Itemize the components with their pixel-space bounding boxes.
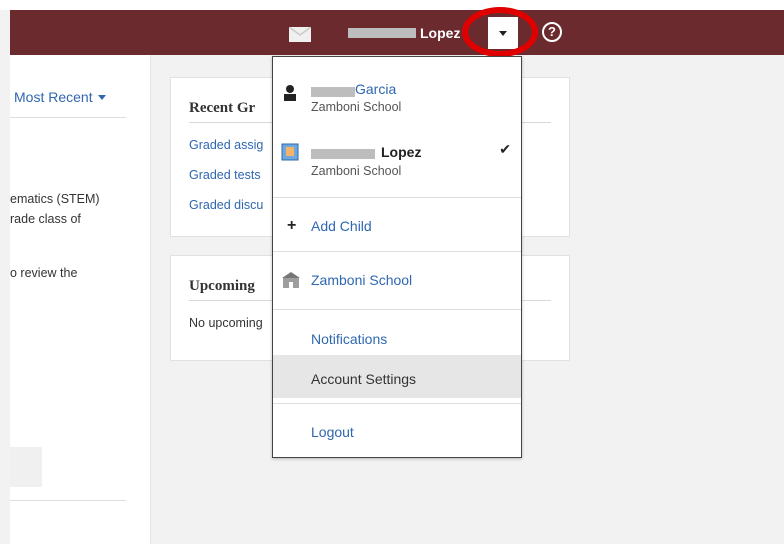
child-school: Zamboni School — [311, 100, 402, 114]
notifications-link[interactable]: Notifications — [311, 331, 387, 347]
school-link[interactable]: Zamboni School — [311, 272, 412, 288]
child-lopez-label[interactable]: Lopez — [381, 144, 421, 160]
redacted-first-name — [311, 149, 375, 159]
add-child-link[interactable]: Add Child — [311, 218, 372, 234]
sort-dropdown[interactable]: Most Recent — [14, 89, 106, 105]
id-card-icon — [281, 143, 299, 161]
checkmark-icon: ✔ — [499, 141, 511, 157]
divider — [10, 500, 126, 501]
highlight-ring — [462, 7, 538, 57]
menu-divider — [273, 403, 521, 404]
logout-link[interactable]: Logout — [311, 424, 354, 440]
empty-state-text: No upcoming — [189, 316, 263, 330]
plus-icon: + — [287, 217, 297, 234]
menu-divider — [273, 251, 521, 252]
school-icon — [282, 272, 300, 288]
chevron-down-icon — [97, 95, 106, 100]
mail-icon[interactable] — [289, 27, 311, 42]
graded-tests-link[interactable]: Graded tests — [189, 168, 261, 182]
account-menu: Garcia Zamboni School Lopez ✔ Zamboni Sc… — [272, 56, 522, 458]
graded-discussions-link[interactable]: Graded discu — [189, 198, 263, 212]
divider — [10, 117, 126, 118]
left-snippet-1: ematics (STEM) — [10, 192, 100, 206]
redacted-first-name — [311, 87, 355, 97]
user-last-name[interactable]: Lopez — [420, 25, 460, 41]
menu-divider — [273, 197, 521, 198]
left-snippet-3: o review the — [10, 266, 78, 280]
child-garcia-link[interactable]: Garcia — [355, 81, 396, 97]
left-snippet-2: rade class of — [10, 212, 81, 226]
child-school: Zamboni School — [311, 164, 402, 178]
menu-divider — [273, 309, 521, 310]
left-block — [10, 447, 42, 487]
help-icon[interactable]: ? — [542, 22, 562, 42]
card-title: Recent Gr — [189, 100, 256, 116]
top-white-strip — [0, 0, 784, 10]
account-settings-item[interactable]: Account Settings — [311, 371, 416, 387]
graded-assignments-link[interactable]: Graded assig — [189, 138, 263, 152]
sort-label: Most Recent — [14, 89, 93, 105]
person-icon — [281, 83, 299, 101]
redacted-username — [348, 28, 416, 38]
card-title: Upcoming — [189, 278, 255, 294]
